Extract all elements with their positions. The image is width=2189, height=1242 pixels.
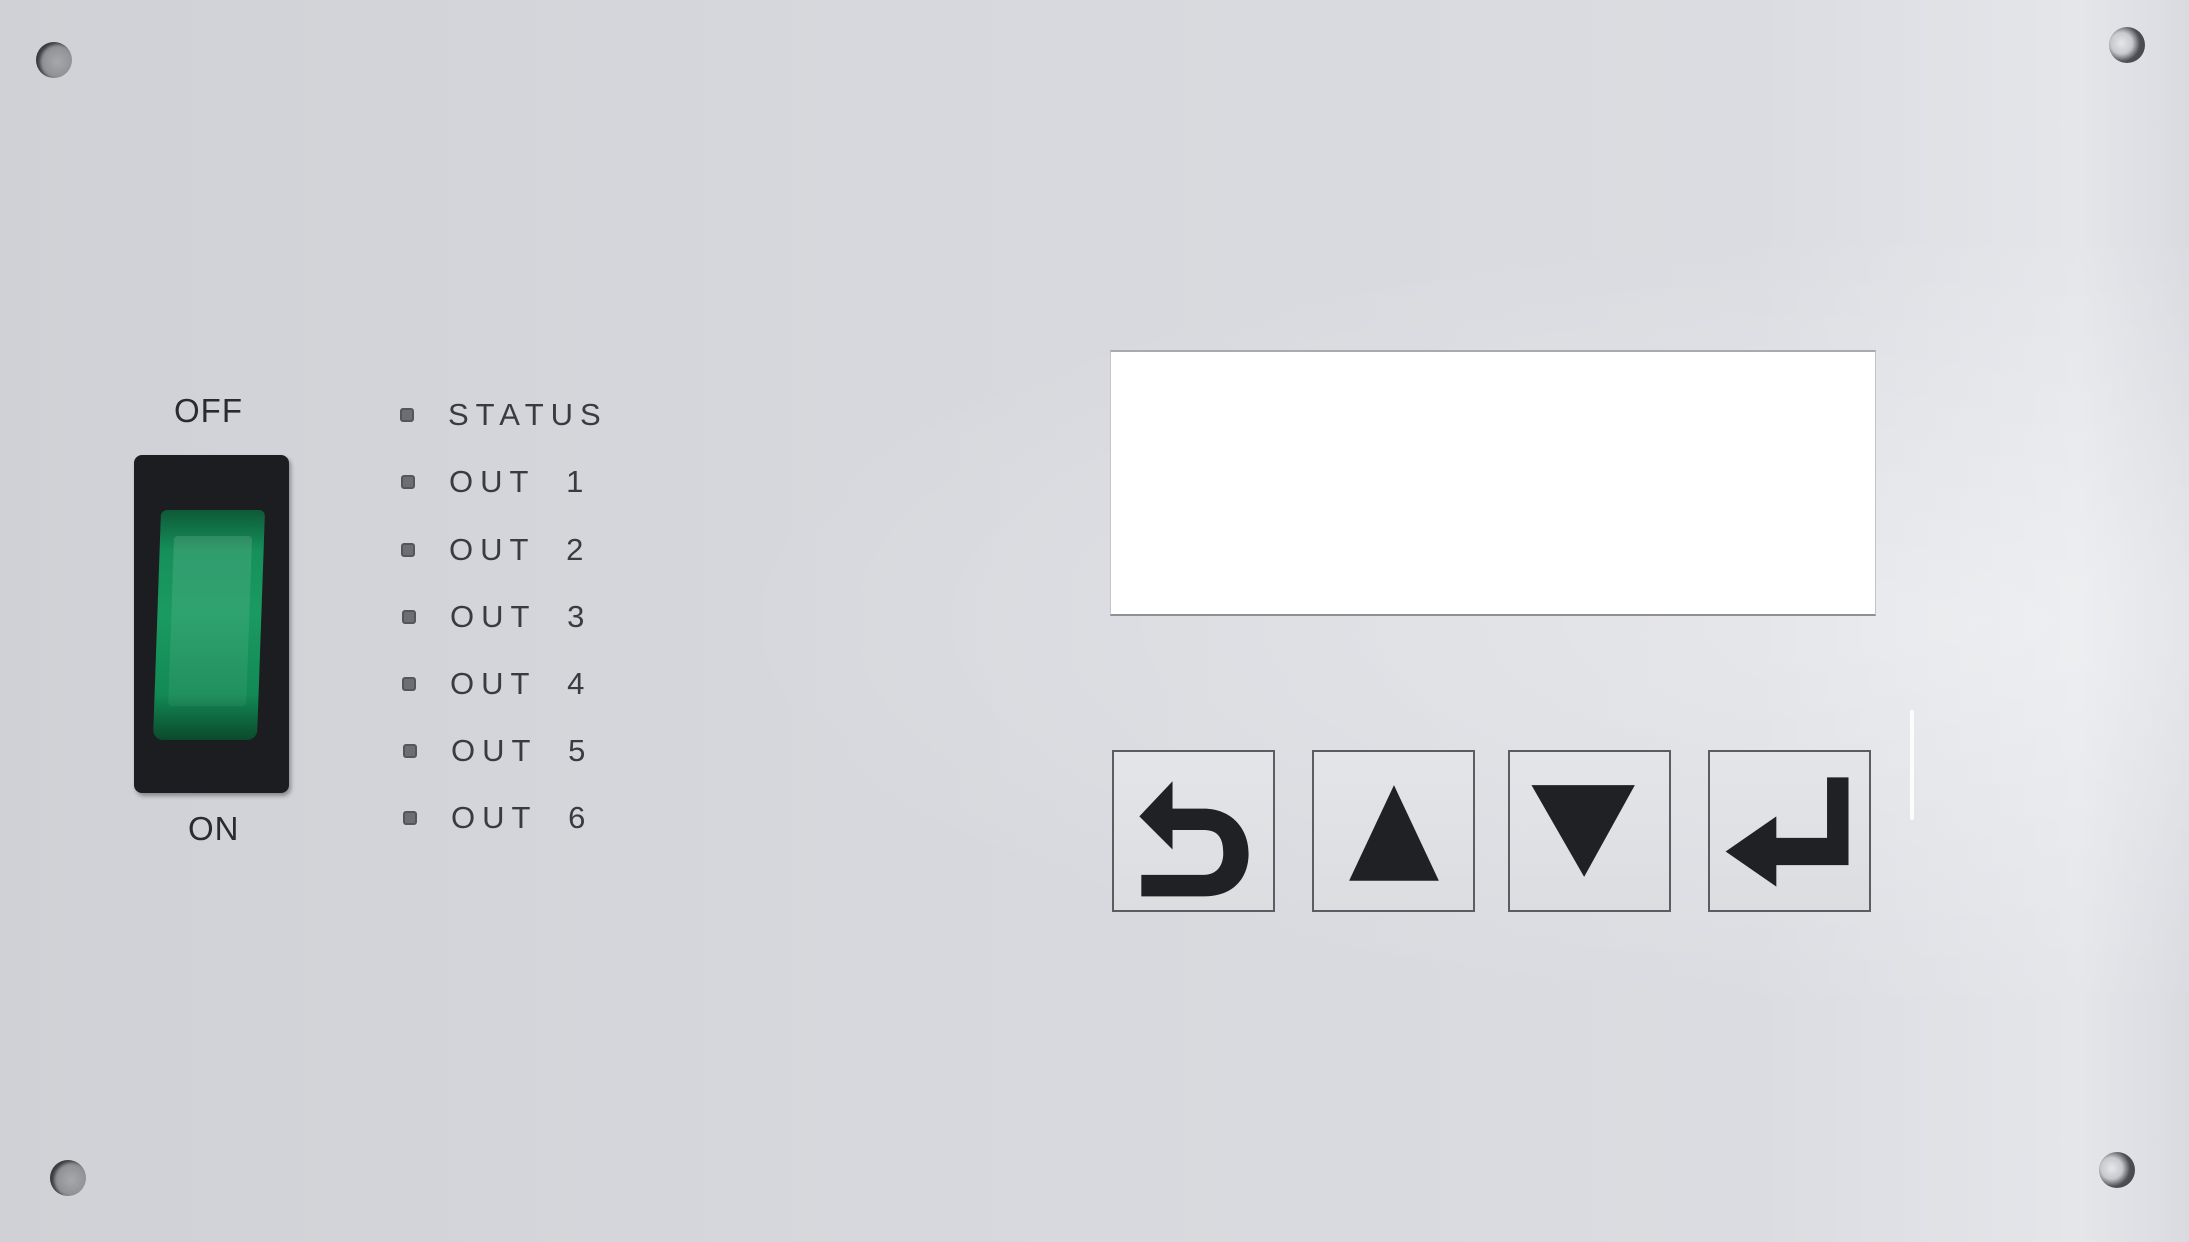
down-button[interactable] (1508, 750, 1671, 912)
enter-arrow-icon (1725, 777, 1849, 887)
led-icon (403, 744, 417, 758)
switch-on-label: ON (188, 810, 240, 847)
power-rocker-switch[interactable] (134, 455, 289, 793)
switch-off-label: OFF (174, 392, 243, 429)
back-button[interactable] (1112, 750, 1275, 912)
indicator-out-5: OUT 5 (403, 731, 592, 771)
screw-bottom-right (2099, 1152, 2135, 1188)
rocker-paddle[interactable] (152, 510, 266, 740)
lcd-display (1110, 350, 1876, 616)
triangle-down-icon (1531, 785, 1635, 877)
indicator-out-2: OUT 2 (401, 530, 590, 570)
led-icon (401, 543, 415, 557)
triangle-up-icon (1349, 785, 1439, 881)
screw-bottom-left (50, 1160, 86, 1196)
panel-glint (1910, 710, 1914, 820)
led-icon (402, 610, 416, 624)
indicator-status: STATUS (400, 395, 608, 435)
indicator-out-3: OUT 3 (402, 597, 591, 637)
indicator-label: OUT 6 (451, 800, 593, 835)
indicator-label: STATUS (448, 397, 608, 432)
indicator-label: OUT 5 (451, 733, 593, 768)
up-button[interactable] (1312, 750, 1475, 912)
screw-top-left (36, 42, 72, 78)
indicator-out-6: OUT 6 (403, 798, 592, 838)
enter-button[interactable] (1708, 750, 1871, 912)
indicator-label: OUT 3 (450, 599, 592, 634)
led-icon (403, 811, 417, 825)
indicator-label: OUT 2 (449, 532, 591, 567)
led-icon (402, 677, 416, 691)
indicator-out-1: OUT 1 (401, 462, 590, 502)
indicator-label: OUT 4 (450, 666, 592, 701)
led-icon (401, 475, 415, 489)
indicator-out-4: OUT 4 (402, 664, 591, 704)
control-panel: OFF ON STATUS OUT 1 OUT 2 OUT 3 OUT 4 OU… (0, 0, 2189, 1242)
screw-top-right (2109, 27, 2145, 63)
indicator-label: OUT 1 (449, 464, 591, 499)
led-icon (400, 408, 414, 422)
return-arrow-icon (1139, 781, 1249, 897)
